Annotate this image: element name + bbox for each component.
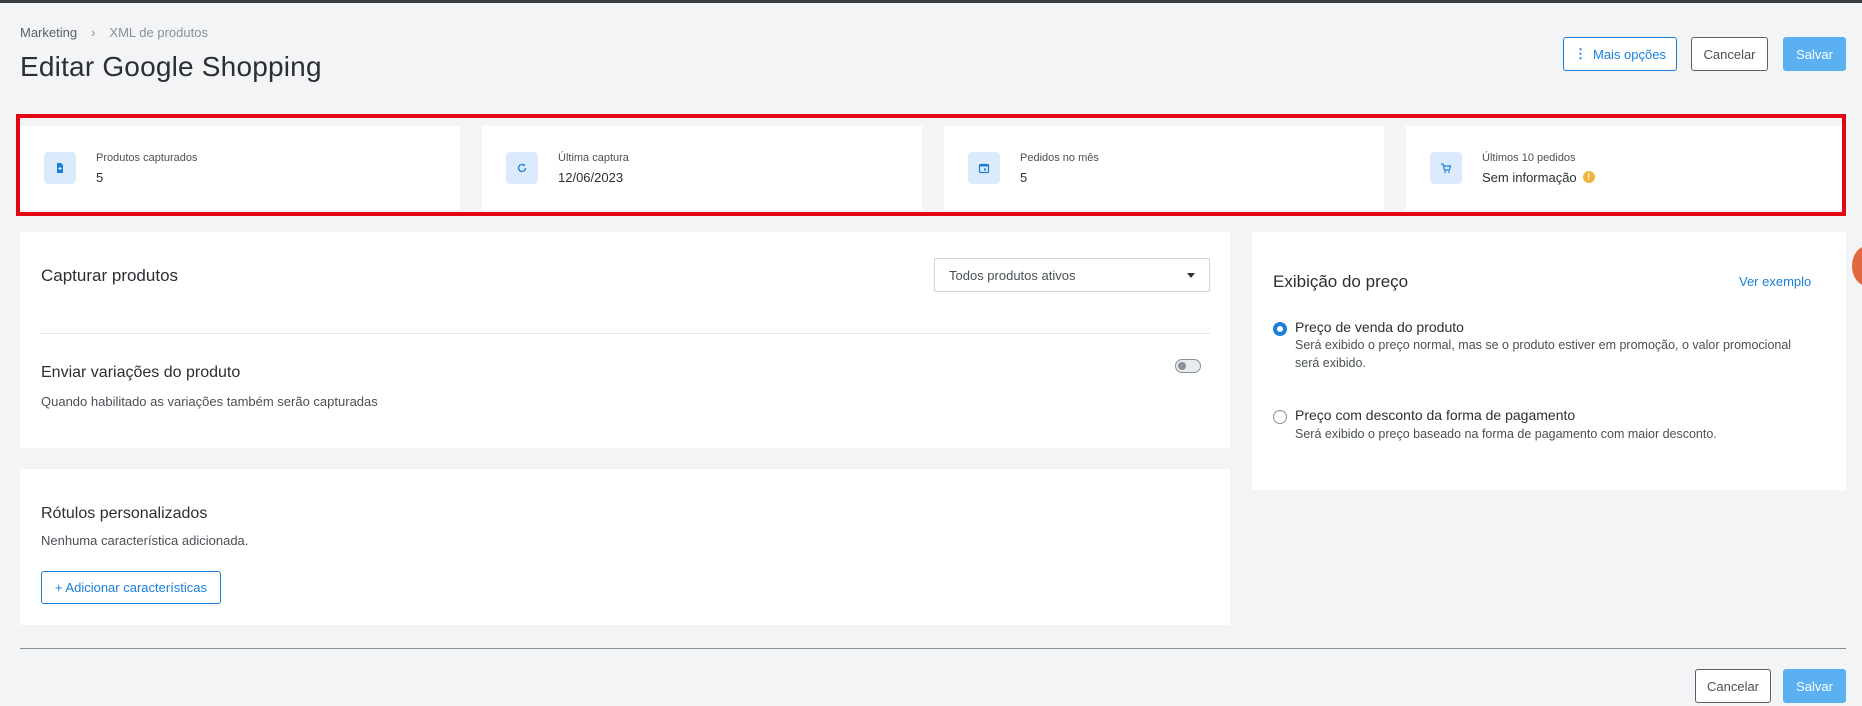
section-divider xyxy=(41,333,1210,334)
page-title: Editar Google Shopping xyxy=(20,51,322,82)
footer-save-button[interactable]: Salvar xyxy=(1783,669,1846,703)
capture-scope-select[interactable]: Todos produtos ativos xyxy=(934,258,1210,292)
price-option-discount-radio[interactable] xyxy=(1273,410,1287,424)
footer-cancel-button[interactable]: Cancelar xyxy=(1695,669,1771,703)
see-example-link[interactable]: Ver exemplo xyxy=(1739,274,1811,289)
price-display-title: Exibição do preço xyxy=(1273,272,1409,291)
custom-labels-title: Rótulos personalizados xyxy=(41,505,208,522)
breadcrumb-separator: › xyxy=(91,25,96,40)
breadcrumb-current: XML de produtos xyxy=(109,25,208,40)
price-option-sale-title[interactable]: Preço de venda do produto xyxy=(1295,319,1464,335)
caret-down-icon xyxy=(1187,272,1195,278)
window-top-bar xyxy=(0,0,1862,3)
breadcrumb-marketing[interactable]: Marketing xyxy=(20,25,77,40)
price-display-panel: Exibição do preço Ver exemplo Preço de v… xyxy=(1252,232,1846,490)
add-characteristics-button[interactable]: + Adicionar características xyxy=(41,571,221,604)
footer-divider xyxy=(20,648,1846,649)
variations-toggle[interactable] xyxy=(1175,359,1201,373)
floating-help-button[interactable] xyxy=(1852,246,1862,286)
custom-labels-panel: Rótulos personalizados Nenhuma caracterí… xyxy=(20,469,1230,625)
save-button[interactable]: Salvar xyxy=(1783,37,1846,71)
price-option-sale-desc: Será exibido o preço normal, mas se o pr… xyxy=(1295,338,1792,370)
toggle-knob xyxy=(1178,362,1186,370)
price-option-discount-desc: Será exibido o preço baseado na forma de… xyxy=(1295,427,1717,441)
custom-labels-empty: Nenhuma característica adicionada. xyxy=(41,533,249,548)
variations-description: Quando habilitado as variações também se… xyxy=(41,394,378,409)
stats-highlight-frame xyxy=(16,114,1846,216)
price-option-discount-title[interactable]: Preço com desconto da forma de pagamento xyxy=(1295,407,1575,423)
breadcrumb: Marketing › XML de produtos xyxy=(20,25,208,40)
more-vertical-icon: ⋮ xyxy=(1574,46,1587,61)
price-option-sale-radio[interactable] xyxy=(1273,322,1287,336)
capture-scope-value: Todos produtos ativos xyxy=(949,267,1076,283)
more-options-button[interactable]: ⋮ Mais opções xyxy=(1563,37,1677,71)
more-options-label: Mais opções xyxy=(1593,46,1666,62)
variations-title: Enviar variações do produto xyxy=(41,364,241,381)
cancel-button[interactable]: Cancelar xyxy=(1691,37,1768,71)
capture-products-title: Capturar produtos xyxy=(41,266,179,285)
capture-products-panel: Capturar produtos Todos produtos ativos … xyxy=(20,232,1230,448)
